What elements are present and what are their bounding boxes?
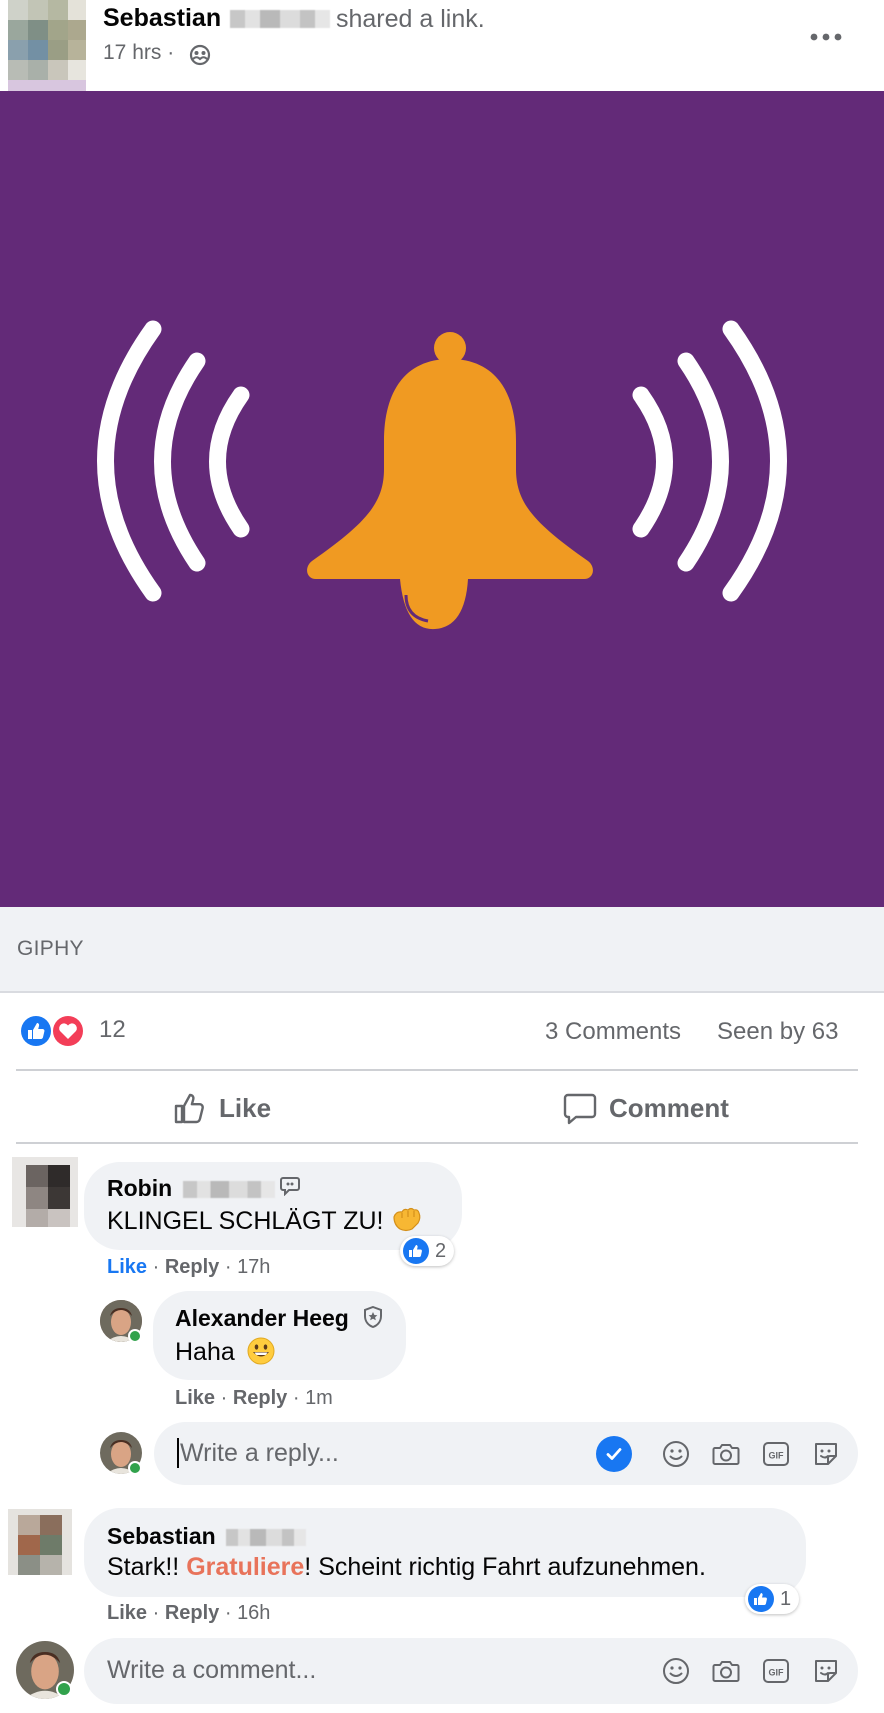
online-status-indicator (128, 1461, 142, 1475)
reply-author[interactable]: Alexander Heeg (175, 1305, 349, 1332)
comment-highlight-word[interactable]: Gratuliere (186, 1553, 304, 1581)
comment-reply-link[interactable]: Reply (165, 1256, 219, 1278)
comments-count[interactable]: 3 Comments (545, 1018, 681, 1046)
comment-button-label: Comment (609, 1092, 729, 1123)
comment-like-link[interactable]: Like (107, 1602, 147, 1624)
reply-input-placeholder: Write a reply... (180, 1439, 339, 1467)
text-cursor (177, 1438, 179, 1468)
online-status-indicator (128, 1329, 142, 1343)
redacted-surname (226, 1529, 307, 1547)
sound-wave-right-inner (632, 386, 673, 538)
like-reaction-icon (19, 1014, 53, 1048)
shared-link-text: shared a link. (336, 5, 485, 33)
divider (16, 1069, 858, 1071)
reply-author-name: Alexander Heeg (175, 1305, 349, 1331)
reply-text: Haha (175, 1336, 276, 1367)
camera-icon[interactable] (711, 1439, 741, 1469)
comment-like-link[interactable]: Like (107, 1256, 147, 1278)
grinning-emoji-icon (247, 1337, 275, 1365)
reaction-icons[interactable] (18, 1013, 88, 1049)
comment-text: KLINGEL SCHLÄGT ZU! (107, 1207, 422, 1236)
camera-icon[interactable] (711, 1656, 741, 1686)
like-button-label: Like (219, 1092, 272, 1123)
more-options-icon[interactable] (806, 24, 846, 48)
comment-author[interactable]: Sebastian (107, 1523, 307, 1550)
comment-text: Stark!! Gratuliere! Scheint richtig Fahr… (107, 1553, 706, 1582)
author-name[interactable]: Sebastian (103, 4, 331, 33)
love-reaction-icon (51, 1014, 85, 1048)
comment-reactions[interactable]: 2 (400, 1236, 455, 1266)
sound-wave-left-outer (97, 320, 162, 602)
online-status-indicator (56, 1681, 72, 1697)
friends-icon (189, 44, 211, 66)
ringing-bell-gif (97, 320, 787, 630)
speech-bubble-icon (563, 1093, 597, 1125)
link-source-bar[interactable]: GIPHY (0, 907, 884, 993)
redacted-surname (182, 1181, 275, 1199)
conversation-starter-badge-icon (280, 1177, 300, 1196)
send-check-icon[interactable] (596, 1436, 632, 1472)
reply-time[interactable]: 1m (305, 1387, 333, 1409)
gif-icon[interactable]: GIF (761, 1439, 791, 1469)
sound-wave-left-middle (154, 352, 206, 572)
post-timestamp[interactable]: 17 hrs · (103, 41, 174, 65)
commenter-avatar[interactable] (12, 1157, 78, 1227)
comment-reaction-count: 2 (435, 1239, 447, 1262)
sound-wave-left-inner (209, 386, 250, 538)
comment-text-content: KLINGEL SCHLÄGT ZU! (107, 1207, 384, 1235)
comment-author-first-name: Robin (107, 1175, 173, 1201)
like-reaction-icon (748, 1586, 774, 1612)
commenter-avatar[interactable] (8, 1509, 72, 1575)
comment-meta: Like · Reply · 17h (107, 1256, 271, 1278)
comment-text-start: Stark!! (107, 1553, 187, 1581)
comment-button[interactable]: Comment (563, 1090, 729, 1126)
comment-reply-link[interactable]: Reply (165, 1602, 219, 1624)
author-avatar[interactable] (8, 0, 86, 92)
admin-badge-icon (364, 1306, 382, 1328)
comment-text-end: ! Scheint richtig Fahrt aufzunehmen. (304, 1553, 706, 1581)
reply-text-content: Haha (175, 1338, 235, 1366)
comment-input-placeholder: Write a comment... (107, 1656, 317, 1684)
gif-icon[interactable]: GIF (761, 1656, 791, 1686)
comment-reaction-count: 1 (780, 1587, 792, 1610)
reply-like-link[interactable]: Like (175, 1387, 215, 1409)
svg-text:GIF: GIF (769, 1451, 785, 1461)
sound-wave-right-outer (722, 320, 787, 602)
comment-meta: Like · Reply · 16h (107, 1602, 271, 1624)
emoji-icon[interactable] (661, 1439, 691, 1469)
thumbs-up-icon (174, 1093, 204, 1124)
author-first-name: Sebastian (103, 4, 222, 32)
reply-reply-link[interactable]: Reply (233, 1387, 287, 1409)
like-reaction-icon (403, 1238, 429, 1264)
reaction-count[interactable]: 12 (99, 1016, 126, 1044)
like-button[interactable]: Like (173, 1090, 271, 1126)
sound-wave-right-middle (677, 352, 729, 572)
redacted-surname (230, 10, 331, 29)
sticker-icon[interactable] (811, 1439, 841, 1469)
reply-meta: Like · Reply · 1m (175, 1387, 333, 1409)
seen-by-count[interactable]: Seen by 63 (717, 1018, 838, 1046)
link-source-label: GIPHY (17, 937, 84, 960)
comment-author[interactable]: Robin (107, 1175, 275, 1202)
comment-time[interactable]: 16h (237, 1602, 270, 1624)
fist-emoji-icon (393, 1207, 421, 1232)
sticker-icon[interactable] (811, 1656, 841, 1686)
comment-reactions[interactable]: 1 (745, 1584, 800, 1614)
gif-image[interactable] (0, 91, 884, 907)
divider (16, 1142, 858, 1144)
bell-icon (307, 332, 593, 630)
emoji-icon[interactable] (661, 1656, 691, 1686)
comment-author-first-name: Sebastian (107, 1523, 216, 1549)
svg-text:GIF: GIF (769, 1668, 785, 1678)
comment-time[interactable]: 17h (237, 1256, 270, 1278)
